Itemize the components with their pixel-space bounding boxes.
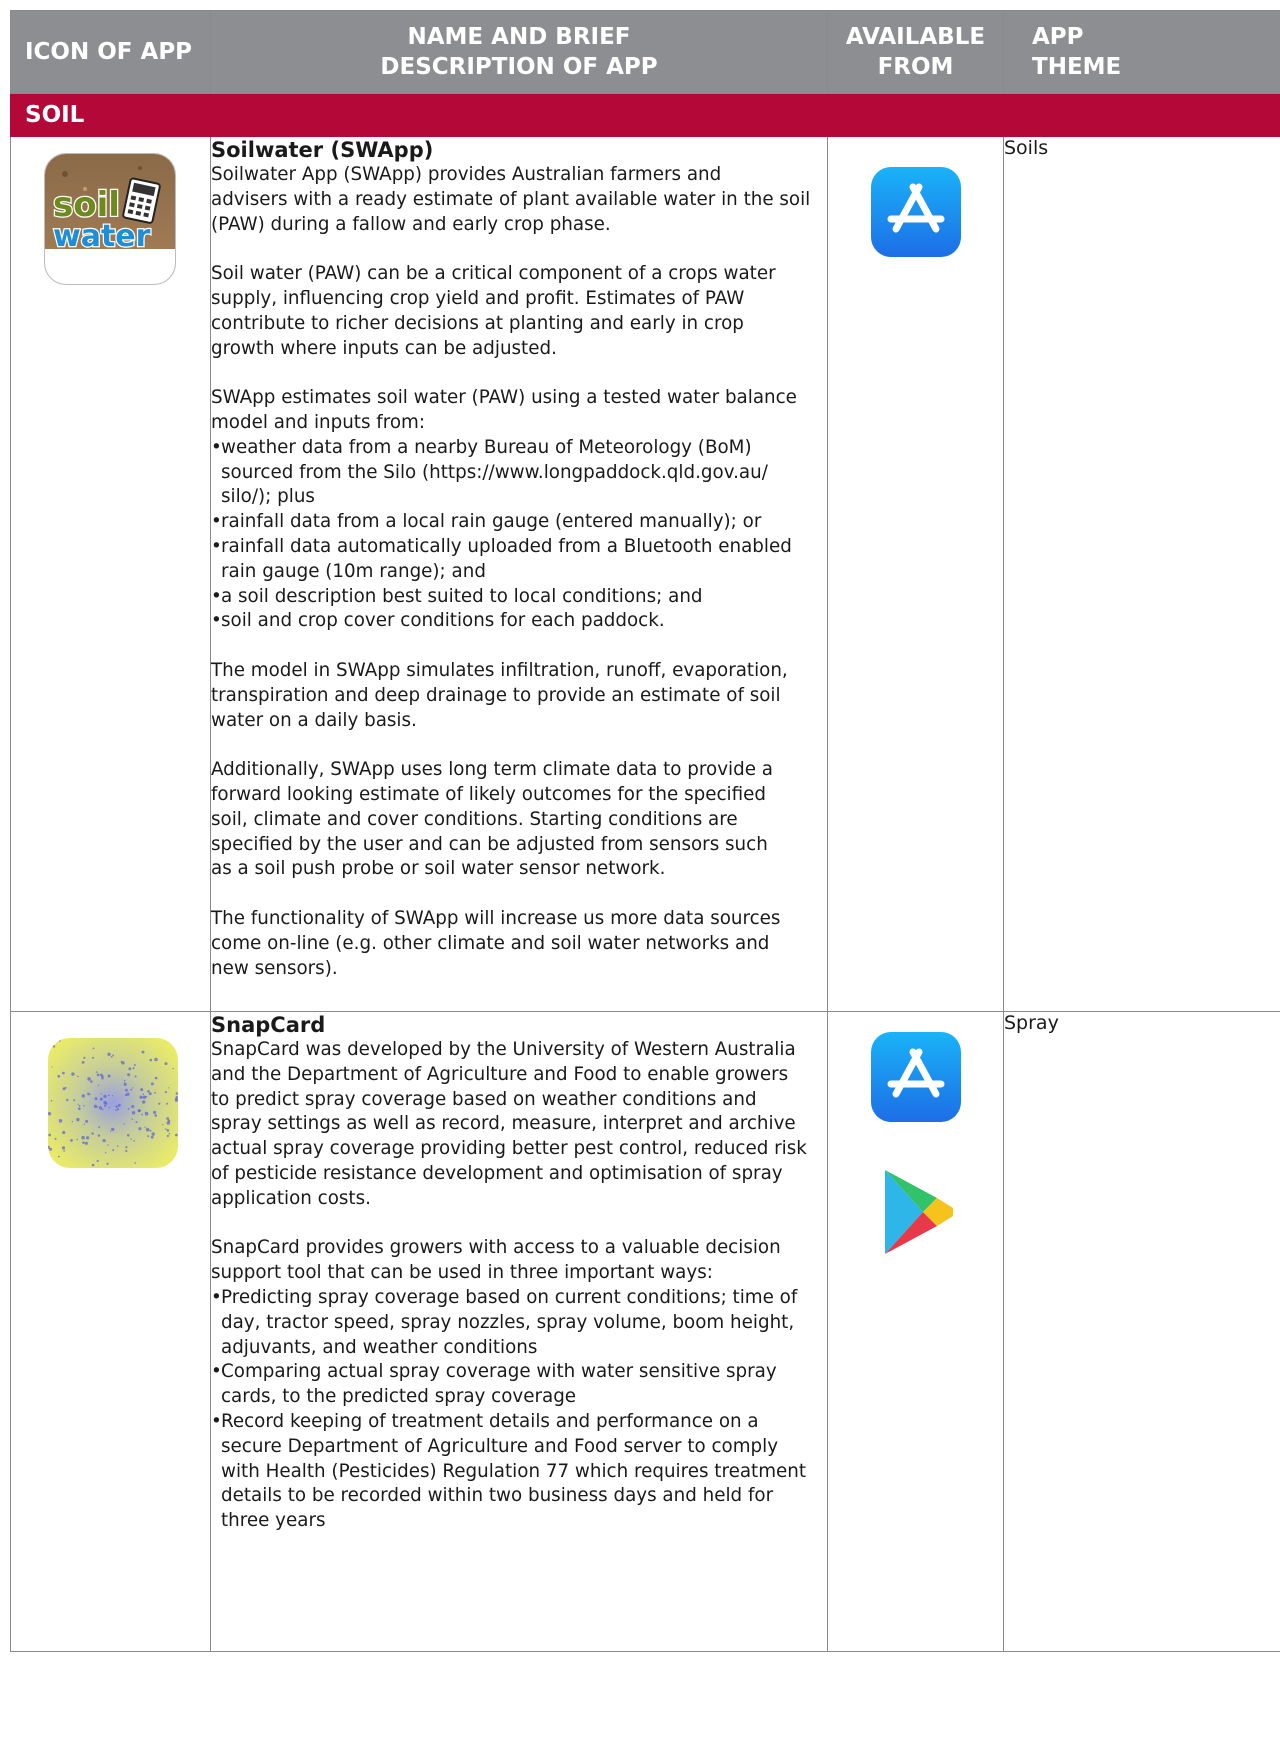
description-cell: Soilwater (SWApp) Soilwater App (SWApp) … xyxy=(210,136,828,1012)
snapcard-app-icon xyxy=(48,1038,178,1168)
bullet-icon: • xyxy=(211,585,222,607)
header-name-description: NAME AND BRIEF DESCRIPTION OF APP xyxy=(210,10,828,94)
bullet-text: rainfall data automatically uploaded fro… xyxy=(221,535,792,582)
available-from-cell xyxy=(827,136,1004,1012)
bullet-list: • weather data from a nearby Bureau of Me… xyxy=(211,436,827,634)
bullet-icon: • xyxy=(211,1410,222,1432)
bullet-icon: • xyxy=(211,436,222,458)
list-item: • soil and crop cover conditions for each… xyxy=(211,609,827,634)
app-store-icon[interactable] xyxy=(870,167,961,257)
bullet-text: weather data from a nearby Bureau of Met… xyxy=(221,436,768,508)
soilwater-app-icon: soil water xyxy=(44,153,176,285)
description-paragraph: Additionally, SWApp uses long term clima… xyxy=(211,759,773,880)
app-store-icon[interactable] xyxy=(870,1032,961,1122)
bullet-text: Predicting spray coverage based on curre… xyxy=(221,1286,798,1358)
description-paragraph: SnapCard provides growers with access to… xyxy=(211,1237,781,1284)
available-from-cell xyxy=(827,1011,1004,1652)
table-row: soil water Soilwater (SWApp) Soilwater A… xyxy=(10,136,1280,1012)
app-title: SnapCard xyxy=(211,1013,326,1037)
description-paragraph: SWApp estimates soil water (PAW) using a… xyxy=(211,387,797,433)
description-paragraph: The model in SWApp simulates infiltratio… xyxy=(211,659,788,731)
list-item: • Comparing actual spray coverage with wa… xyxy=(211,1360,827,1410)
water-logo-text: water xyxy=(53,219,151,254)
bullet-icon: • xyxy=(211,535,222,557)
list-item: • rainfall data automatically uploaded fr… xyxy=(211,535,827,585)
description-paragraph: The functionality of SWApp will increase… xyxy=(211,907,781,979)
description-cell: SnapCard SnapCard was developed by the U… xyxy=(210,1011,828,1652)
apps-table: ICON OF APP NAME AND BRIEF DESCRIPTION O… xyxy=(10,10,1280,1652)
bullet-text: Comparing actual spray coverage with wat… xyxy=(221,1361,777,1408)
bullet-text: rainfall data from a local rain gauge (e… xyxy=(221,511,762,533)
header-available-from: AVAILABLE FROM xyxy=(827,10,1004,94)
header-row: ICON OF APP NAME AND BRIEF DESCRIPTION O… xyxy=(10,10,1280,94)
header-icon-of-app: ICON OF APP xyxy=(10,10,211,94)
bullet-text: Record keeping of treatment details and … xyxy=(221,1410,807,1532)
section-row: SOIL xyxy=(10,93,1280,137)
description-paragraph: Soilwater App (SWApp) provides Australia… xyxy=(211,164,811,235)
bullet-icon: • xyxy=(211,1361,222,1383)
theme-cell: Spray xyxy=(1003,1011,1280,1652)
bullet-text: soil and crop cover conditions for each … xyxy=(221,610,665,632)
bullet-text: a soil description best suited to local … xyxy=(221,585,703,607)
google-play-icon[interactable] xyxy=(871,1162,961,1262)
theme-cell: Soils xyxy=(1003,136,1280,1012)
list-item: • weather data from a nearby Bureau of Me… xyxy=(211,436,827,510)
list-item: • rainfall data from a local rain gauge (… xyxy=(211,510,827,535)
table-row: SnapCard SnapCard was developed by the U… xyxy=(10,1011,1280,1652)
description-paragraph: Soil water (PAW) can be a critical compo… xyxy=(211,263,776,359)
bullet-icon: • xyxy=(211,511,222,533)
icon-cell xyxy=(10,1011,211,1652)
list-item: • Predicting spray coverage based on curr… xyxy=(211,1286,827,1360)
app-title: Soilwater (SWApp) xyxy=(211,138,434,162)
description-paragraph: SnapCard was developed by the University… xyxy=(211,1039,807,1209)
icon-cell: soil water xyxy=(10,136,211,1012)
bullet-list: • Predicting spray coverage based on curr… xyxy=(211,1286,827,1534)
list-item: • a soil description best suited to local… xyxy=(211,585,827,610)
bullet-icon: • xyxy=(211,610,222,632)
list-item: • Record keeping of treatment details and… xyxy=(211,1410,827,1534)
header-app-theme: APP THEME xyxy=(1003,10,1280,94)
bullet-icon: • xyxy=(211,1286,222,1308)
section-title: SOIL xyxy=(10,93,1280,137)
